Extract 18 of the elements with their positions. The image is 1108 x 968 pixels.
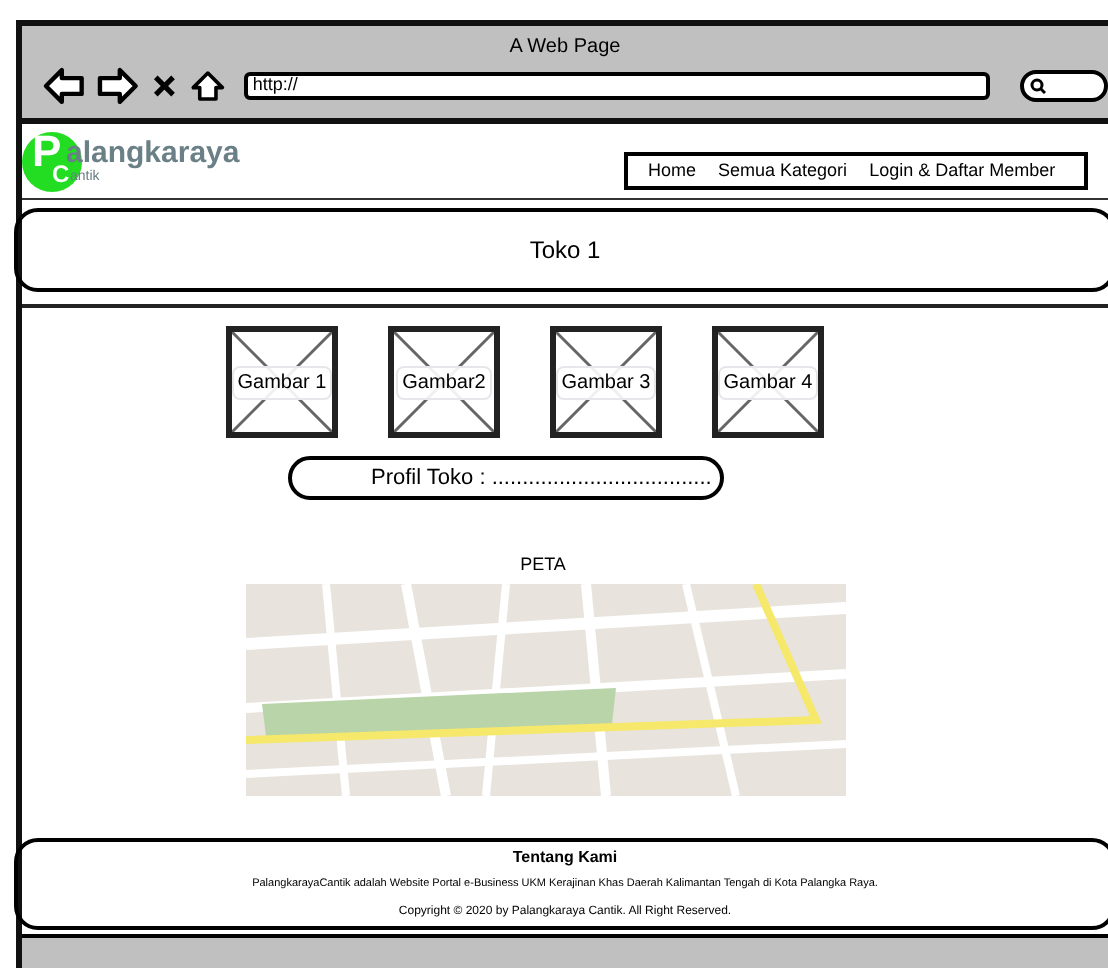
search-icon	[1030, 78, 1047, 94]
image-caption: Gambar 4	[717, 365, 819, 399]
footer-title: Tentang Kami	[512, 846, 618, 871]
map-title: PETA	[520, 552, 566, 578]
nav-link[interactable]: Semua Kategori	[718, 157, 848, 185]
image-caption: Gambar 1	[231, 365, 333, 399]
nav-link[interactable]: Login & Daftar Member	[869, 157, 1056, 185]
home-icon[interactable]	[190, 66, 227, 106]
search-field[interactable]	[1020, 70, 1108, 102]
banner-title: Toko 1	[529, 234, 601, 268]
image-caption: Gambar 3	[555, 365, 657, 399]
address-field[interactable]: http://	[244, 72, 991, 100]
back-icon[interactable]	[42, 66, 86, 106]
profile-field: Profil Toko : ....................................	[287, 456, 723, 500]
nav-link[interactable]: Home	[648, 157, 697, 185]
forward-icon[interactable]	[95, 66, 140, 106]
window-title: A Web Page	[509, 34, 621, 62]
image-caption: Gambar2	[396, 365, 492, 399]
